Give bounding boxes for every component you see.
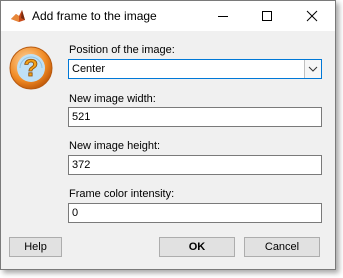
svg-text:?: ? bbox=[24, 55, 39, 82]
matlab-icon bbox=[10, 8, 26, 24]
maximize-icon bbox=[261, 11, 272, 21]
height-input[interactable]: 372 bbox=[68, 155, 322, 175]
title-bar[interactable]: Add frame to the image bbox=[1, 1, 335, 31]
dialog-window: Add frame to the image ? Position of the… bbox=[0, 0, 336, 270]
question-icon: ? bbox=[8, 45, 54, 91]
position-select[interactable]: Center bbox=[68, 59, 322, 79]
intensity-input[interactable]: 0 bbox=[68, 203, 322, 223]
dropdown-button[interactable] bbox=[304, 60, 321, 78]
minimize-button[interactable] bbox=[200, 1, 245, 31]
close-button[interactable] bbox=[289, 1, 334, 31]
intensity-label: Frame color intensity: bbox=[69, 188, 175, 200]
width-value: 521 bbox=[72, 111, 91, 123]
position-label: Position of the image: bbox=[69, 44, 175, 56]
height-value: 372 bbox=[72, 159, 91, 171]
intensity-value: 0 bbox=[72, 207, 79, 219]
close-icon bbox=[306, 10, 317, 22]
window-title: Add frame to the image bbox=[32, 9, 157, 23]
position-value: Center bbox=[72, 63, 106, 75]
width-input[interactable]: 521 bbox=[68, 107, 322, 127]
ok-button[interactable]: OK bbox=[159, 237, 235, 257]
height-label: New image height: bbox=[69, 140, 161, 152]
width-label: New image width: bbox=[69, 93, 156, 105]
minimize-icon bbox=[217, 16, 228, 17]
chevron-down-icon bbox=[308, 66, 318, 72]
cancel-button[interactable]: Cancel bbox=[244, 237, 320, 257]
help-button[interactable]: Help bbox=[9, 237, 62, 257]
maximize-button[interactable] bbox=[244, 1, 289, 31]
